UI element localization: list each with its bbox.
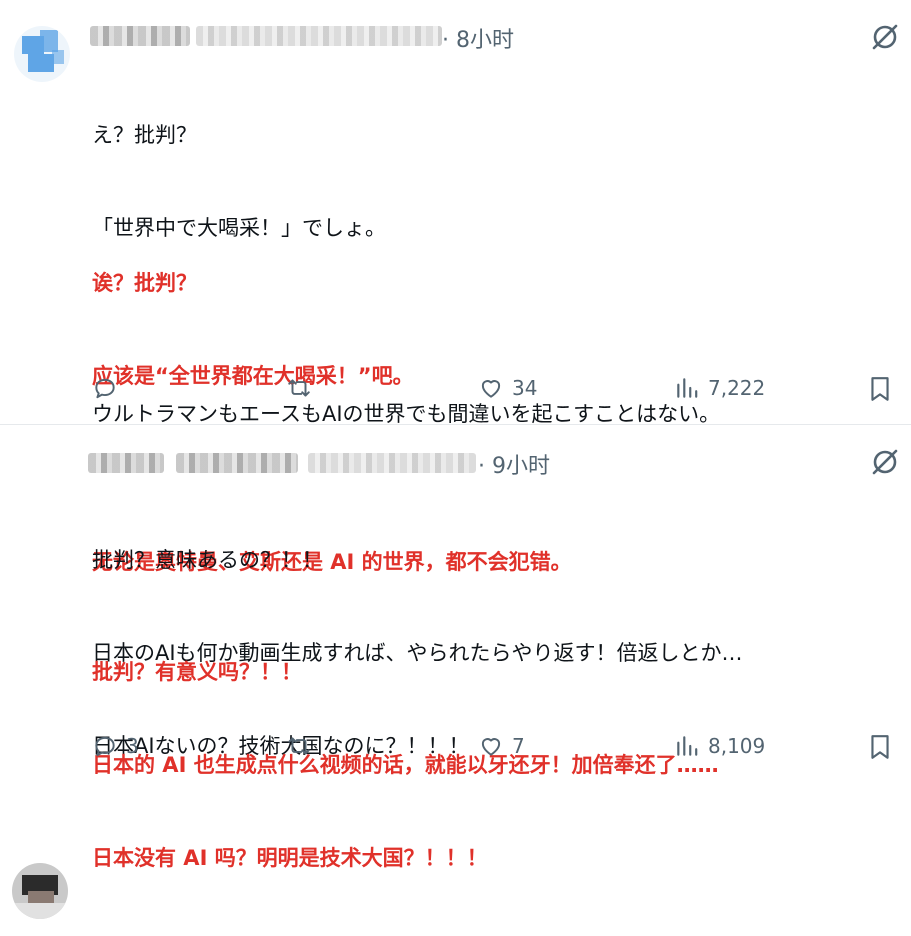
bookmark-icon[interactable] [867, 375, 893, 403]
reply-icon [95, 378, 115, 399]
translation-line: 批判？有意义吗？！！ [92, 660, 302, 684]
display-name-suffix[interactable] [176, 453, 298, 473]
post-line: 批判？意味あるの？！！ [92, 548, 323, 572]
like-count: 34 [512, 376, 538, 400]
views-icon [677, 736, 698, 756]
like-button[interactable]: 34 [478, 375, 537, 401]
avatar[interactable] [14, 26, 70, 82]
user-handle[interactable] [196, 26, 442, 46]
reply-count: 3 [126, 734, 139, 758]
views-button[interactable]: 7,222 [674, 375, 765, 401]
views-button[interactable]: 8,109 [674, 733, 765, 759]
like-icon [481, 380, 501, 398]
views-count: 7,222 [708, 376, 766, 400]
post-line: え？批判？ [92, 123, 197, 147]
post-time[interactable]: · 8小时 [442, 22, 514, 54]
translation-text: 批判？有意义吗？！！ 日本的 AI 也生成点什么视频的话，就能以牙还牙！加倍奉还… [92, 595, 719, 936]
repost-button[interactable] [286, 375, 320, 401]
post-time[interactable]: · 9小时 [478, 448, 550, 480]
reply-button[interactable]: 3 [92, 733, 139, 759]
grok-icon[interactable] [870, 447, 900, 477]
avatar[interactable] [12, 863, 68, 919]
like-button[interactable]: 7 [478, 733, 525, 759]
views-count: 8,109 [708, 734, 766, 758]
display-name[interactable] [88, 453, 164, 473]
repost-icon [288, 737, 310, 755]
translation-line: 日本的 AI 也生成点什么视频的话，就能以牙还牙！加倍奉还了…… [92, 753, 719, 777]
reply-button[interactable] [92, 375, 126, 401]
bookmark-icon[interactable] [867, 733, 893, 761]
like-count: 7 [512, 734, 525, 758]
user-handle[interactable] [308, 453, 476, 473]
grok-icon[interactable] [870, 22, 900, 52]
translation-line: 诶？批判？ [92, 271, 197, 295]
views-icon [677, 378, 698, 398]
repost-icon [288, 379, 310, 397]
display-name[interactable] [90, 26, 190, 46]
repost-button[interactable] [286, 733, 320, 759]
like-icon [481, 738, 501, 756]
reply-icon [95, 736, 115, 757]
translation-line: 日本没有 AI 吗？明明是技术大国？！！！ [92, 846, 488, 870]
post[interactable]: · 9小时 批判？意味あるの？！！ 日本のAIも何か動画生成すれば、やられたらや… [0, 425, 911, 919]
post[interactable]: · 8小时 え？批判？ 「世界中で大喝采！」でしょ。 ウルトラマンもエースもAI… [0, 0, 911, 574]
